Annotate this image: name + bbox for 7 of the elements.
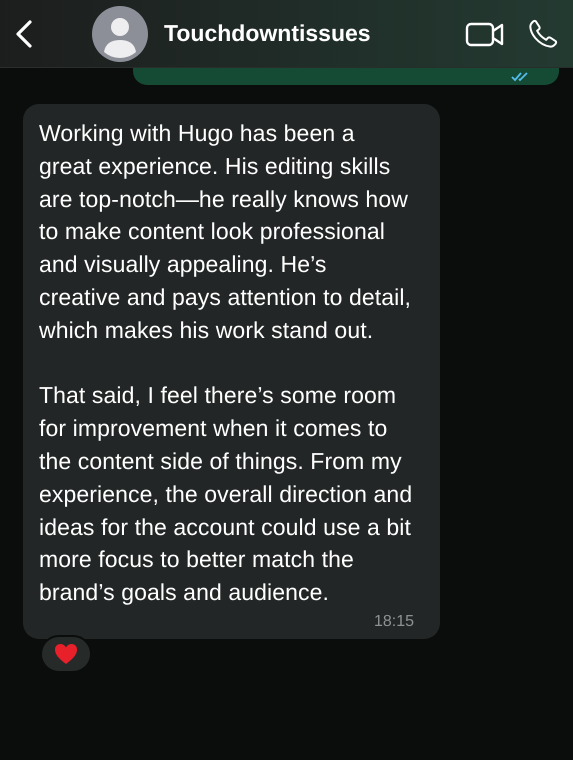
message-text: Working with Hugo has been a great experience. His editing skills are top-notch—he really knows how to make content look professional and visually appealing. He’s creative and pays attention to detail, which makes his work stand out. — [39, 119, 412, 345]
phone-call-button[interactable] — [527, 18, 559, 50]
heart-icon — [54, 642, 78, 665]
message-text: That said, I feel there’s some room for improvement when it comes to the content side of things. From my experience, the overall direction and ideas for the account could use a bit more focus to better match the brand’s goals and audience. — [39, 381, 414, 608]
message-time: 18:15 — [372, 612, 414, 631]
contact-name[interactable]: Touchdowntissues — [164, 20, 443, 47]
avatar-icon[interactable] — [92, 6, 148, 62]
